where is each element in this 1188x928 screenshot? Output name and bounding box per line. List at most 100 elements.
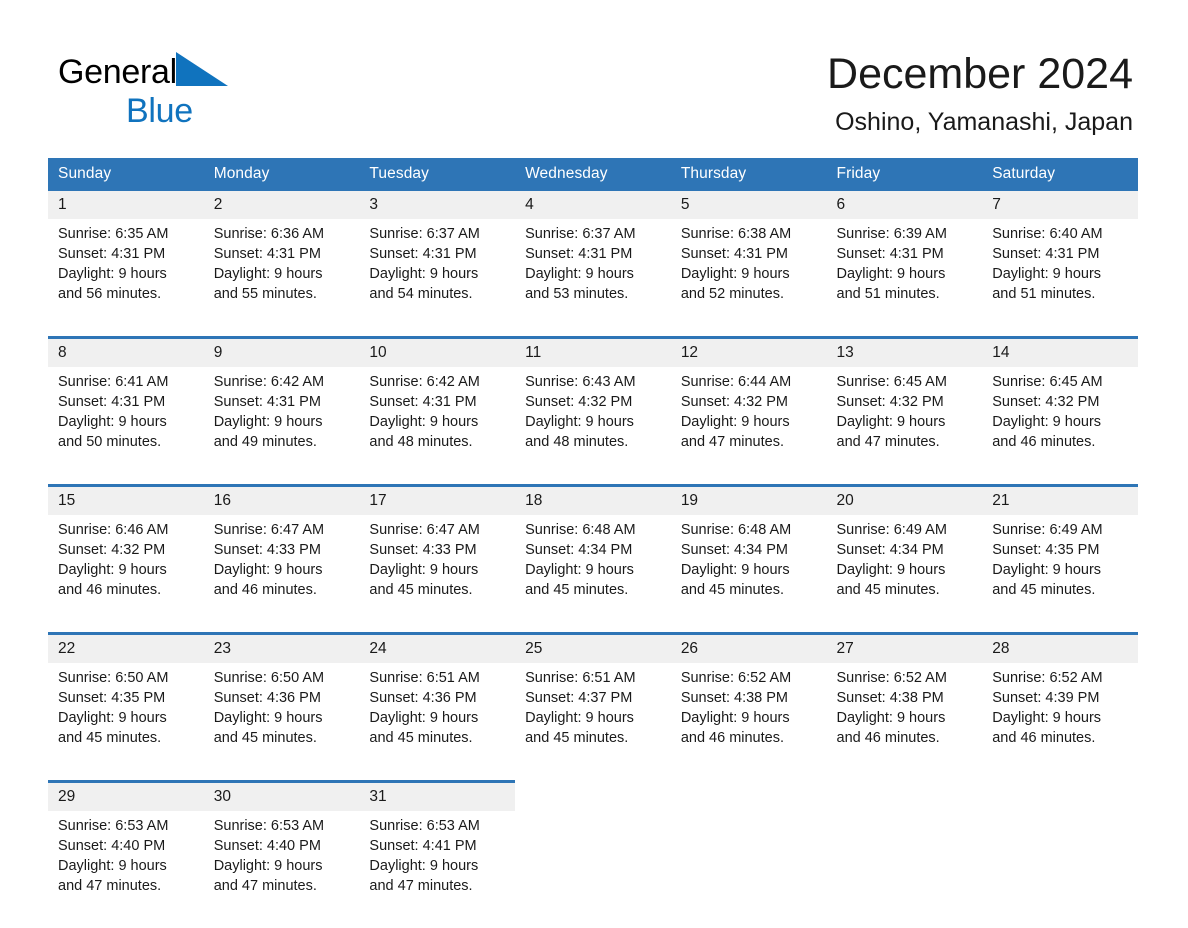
daylight-text-line2: and 47 minutes. <box>680 434 784 450</box>
day-cell[interactable]: Sunrise: 6:47 AM Sunset: 4:33 PM Dayligh… <box>359 515 516 634</box>
day-cell[interactable]: Sunrise: 6:48 AM Sunset: 4:34 PM Dayligh… <box>670 515 827 634</box>
day-cell[interactable]: Sunrise: 6:42 AM Sunset: 4:31 PM Dayligh… <box>203 367 360 486</box>
day-number[interactable]: 28 <box>982 632 1138 663</box>
sunrise-text: Sunrise: 6:53 AM <box>369 818 480 834</box>
daylight-text-line1: Daylight: 9 hours <box>369 266 479 282</box>
daylight-text-line1: Daylight: 9 hours <box>836 414 946 430</box>
daylight-text-line1: Daylight: 9 hours <box>213 710 323 726</box>
sunrise-text: Sunrise: 6:37 AM <box>525 226 636 242</box>
daylight-text-line2: and 45 minutes. <box>369 730 473 746</box>
day-cell[interactable]: Sunrise: 6:53 AM Sunset: 4:40 PM Dayligh… <box>203 811 360 928</box>
daylight-text-line2: and 46 minutes. <box>58 582 162 598</box>
weekday-header-friday: Friday <box>826 158 983 191</box>
day-number[interactable]: 2 <box>203 191 360 219</box>
calendar-grid: Sunday Monday Tuesday Wednesday Thursday… <box>48 158 1138 928</box>
week-date-row: 8 9 10 11 12 13 14 <box>48 336 1138 367</box>
day-number[interactable]: 26 <box>670 632 827 663</box>
day-number[interactable]: 22 <box>48 632 204 663</box>
day-cell[interactable]: Sunrise: 6:43 AM Sunset: 4:32 PM Dayligh… <box>515 367 671 486</box>
day-cell[interactable]: Sunrise: 6:52 AM Sunset: 4:39 PM Dayligh… <box>982 663 1138 782</box>
day-cell[interactable]: Sunrise: 6:48 AM Sunset: 4:34 PM Dayligh… <box>515 515 671 634</box>
day-number[interactable]: 27 <box>826 632 983 663</box>
brand-logo[interactable]: General Blue <box>58 51 318 129</box>
sunrise-text: Sunrise: 6:49 AM <box>836 522 947 538</box>
day-number[interactable]: 29 <box>48 780 204 811</box>
sunrise-text: Sunrise: 6:39 AM <box>836 226 947 242</box>
day-cell[interactable]: Sunrise: 6:38 AM Sunset: 4:31 PM Dayligh… <box>670 219 827 338</box>
daylight-text-line1: Daylight: 9 hours <box>58 710 167 726</box>
sunrise-text: Sunrise: 6:43 AM <box>525 374 636 390</box>
day-number[interactable]: 1 <box>48 191 204 219</box>
day-cell[interactable]: Sunrise: 6:51 AM Sunset: 4:37 PM Dayligh… <box>515 663 671 782</box>
day-number[interactable]: 17 <box>359 484 516 515</box>
day-cell[interactable]: Sunrise: 6:45 AM Sunset: 4:32 PM Dayligh… <box>982 367 1138 486</box>
daylight-text-line1: Daylight: 9 hours <box>213 858 323 874</box>
day-cell[interactable]: Sunrise: 6:40 AM Sunset: 4:31 PM Dayligh… <box>982 219 1138 338</box>
day-number[interactable]: 4 <box>515 191 671 219</box>
day-cell[interactable]: Sunrise: 6:44 AM Sunset: 4:32 PM Dayligh… <box>670 367 827 486</box>
day-number[interactable]: 24 <box>359 632 516 663</box>
sunset-text: Sunset: 4:32 PM <box>525 394 633 410</box>
day-cell[interactable]: Sunrise: 6:37 AM Sunset: 4:31 PM Dayligh… <box>359 219 516 338</box>
sunrise-text: Sunrise: 6:50 AM <box>58 670 169 686</box>
sunset-text: Sunset: 4:32 PM <box>836 394 944 410</box>
day-number[interactable]: 13 <box>826 336 983 367</box>
day-number[interactable]: 15 <box>48 484 204 515</box>
sunset-text: Sunset: 4:33 PM <box>369 542 477 558</box>
empty-day-cell <box>826 781 983 811</box>
day-cell[interactable]: Sunrise: 6:47 AM Sunset: 4:33 PM Dayligh… <box>203 515 360 634</box>
weekday-header-monday: Monday <box>203 158 360 191</box>
day-cell[interactable]: Sunrise: 6:46 AM Sunset: 4:32 PM Dayligh… <box>48 515 204 634</box>
sunrise-text: Sunrise: 6:42 AM <box>369 374 480 390</box>
day-cell[interactable]: Sunrise: 6:41 AM Sunset: 4:31 PM Dayligh… <box>48 367 204 486</box>
day-cell[interactable]: Sunrise: 6:49 AM Sunset: 4:34 PM Dayligh… <box>826 515 983 634</box>
day-number[interactable]: 12 <box>670 336 827 367</box>
day-cell[interactable]: Sunrise: 6:35 AM Sunset: 4:31 PM Dayligh… <box>48 219 204 338</box>
sunset-text: Sunset: 4:38 PM <box>836 690 944 706</box>
sunset-text: Sunset: 4:31 PM <box>369 394 477 410</box>
daylight-text-line1: Daylight: 9 hours <box>213 562 323 578</box>
day-number[interactable]: 3 <box>359 191 516 219</box>
day-number[interactable]: 30 <box>203 780 360 811</box>
day-cell[interactable]: Sunrise: 6:42 AM Sunset: 4:31 PM Dayligh… <box>359 367 516 486</box>
daylight-text-line2: and 45 minutes. <box>525 730 629 746</box>
day-number[interactable]: 14 <box>982 336 1138 367</box>
day-number[interactable]: 23 <box>203 632 360 663</box>
day-number[interactable]: 25 <box>515 632 671 663</box>
day-cell[interactable]: Sunrise: 6:52 AM Sunset: 4:38 PM Dayligh… <box>670 663 827 782</box>
day-cell[interactable]: Sunrise: 6:53 AM Sunset: 4:40 PM Dayligh… <box>48 811 204 928</box>
day-cell[interactable]: Sunrise: 6:36 AM Sunset: 4:31 PM Dayligh… <box>203 219 360 338</box>
sunset-text: Sunset: 4:35 PM <box>992 542 1100 558</box>
day-cell[interactable]: Sunrise: 6:51 AM Sunset: 4:36 PM Dayligh… <box>359 663 516 782</box>
day-cell[interactable]: Sunrise: 6:53 AM Sunset: 4:41 PM Dayligh… <box>359 811 516 928</box>
day-cell[interactable]: Sunrise: 6:45 AM Sunset: 4:32 PM Dayligh… <box>826 367 983 486</box>
day-number[interactable]: 20 <box>826 484 983 515</box>
day-number[interactable]: 18 <box>515 484 671 515</box>
day-cell[interactable]: Sunrise: 6:50 AM Sunset: 4:36 PM Dayligh… <box>203 663 360 782</box>
day-cell[interactable]: Sunrise: 6:50 AM Sunset: 4:35 PM Dayligh… <box>48 663 204 782</box>
day-number[interactable]: 10 <box>359 336 516 367</box>
page-title: December 2024 <box>827 50 1133 98</box>
day-number[interactable]: 16 <box>203 484 360 515</box>
triangle-logo-icon <box>175 51 228 102</box>
sunset-text: Sunset: 4:34 PM <box>680 542 789 558</box>
daylight-text-line2: and 45 minutes. <box>992 582 1096 598</box>
day-number[interactable]: 11 <box>515 336 671 367</box>
daylight-text-line2: and 48 minutes. <box>525 434 629 450</box>
day-number[interactable]: 9 <box>203 336 360 367</box>
day-cell[interactable]: Sunrise: 6:49 AM Sunset: 4:35 PM Dayligh… <box>982 515 1138 634</box>
sunrise-text: Sunrise: 6:47 AM <box>369 522 480 538</box>
day-number[interactable]: 7 <box>982 191 1138 219</box>
day-cell[interactable]: Sunrise: 6:37 AM Sunset: 4:31 PM Dayligh… <box>515 219 671 338</box>
day-number[interactable]: 6 <box>826 191 983 219</box>
title-block: December 2024 Oshino, Yamanashi, Japan <box>827 48 1133 138</box>
day-number[interactable]: 21 <box>982 484 1138 515</box>
sunrise-text: Sunrise: 6:49 AM <box>992 522 1103 538</box>
day-cell[interactable]: Sunrise: 6:52 AM Sunset: 4:38 PM Dayligh… <box>826 663 983 782</box>
day-cell[interactable]: Sunrise: 6:39 AM Sunset: 4:31 PM Dayligh… <box>826 219 983 338</box>
day-number[interactable]: 31 <box>359 780 516 811</box>
day-number[interactable]: 8 <box>48 336 204 367</box>
daylight-text-line2: and 46 minutes. <box>992 434 1096 450</box>
day-number[interactable]: 19 <box>670 484 827 515</box>
day-number[interactable]: 5 <box>670 191 827 219</box>
